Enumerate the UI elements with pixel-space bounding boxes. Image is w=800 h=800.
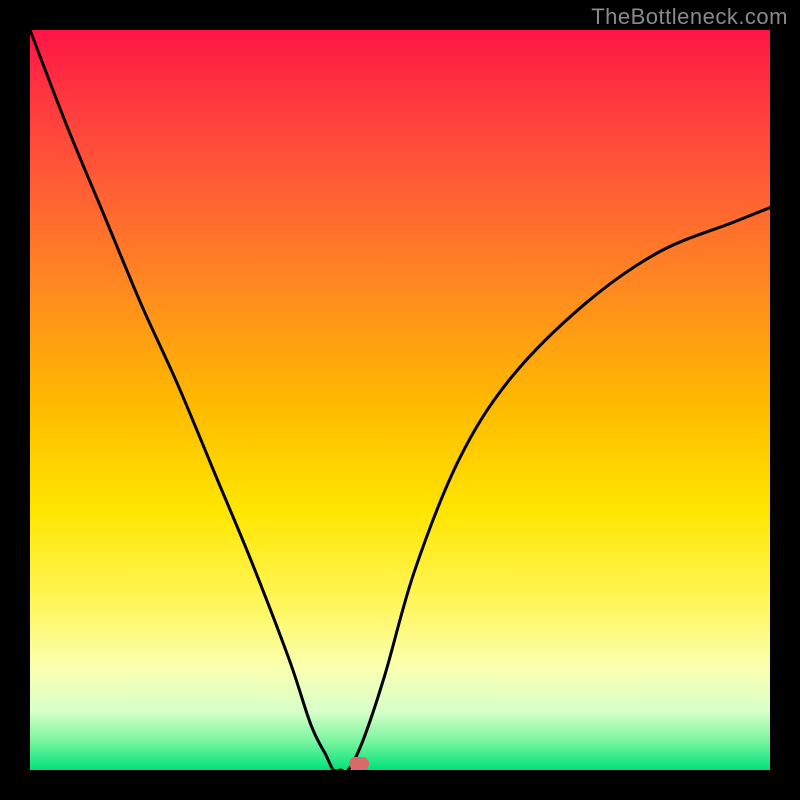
bottleneck-curve	[30, 30, 770, 770]
minimum-marker	[349, 757, 369, 770]
watermark-text: TheBottleneck.com	[591, 4, 788, 30]
plot-area	[30, 30, 770, 770]
curve-path	[30, 30, 770, 770]
